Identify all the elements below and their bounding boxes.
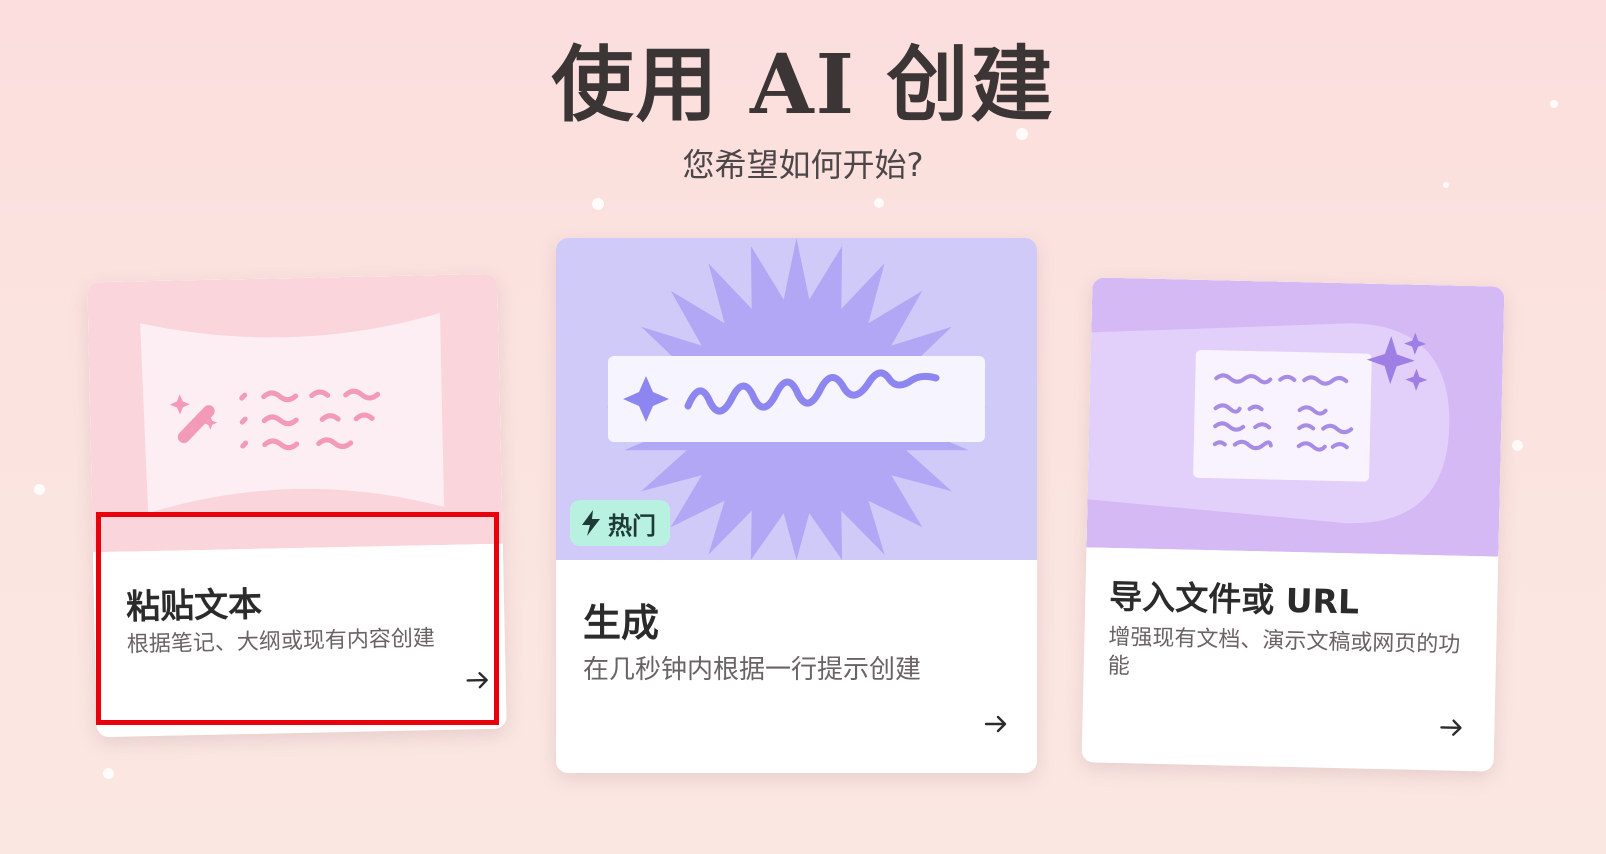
arrow-right-icon — [1440, 719, 1462, 736]
paste-text-illustration — [87, 273, 503, 553]
background-dot — [1512, 440, 1523, 451]
card-description: 增强现有文档、演示文稿或网页的功能 — [1107, 624, 1461, 679]
card-description: 根据笔记、大纲或现有内容创建 — [126, 626, 436, 658]
paste-text-card[interactable]: 粘贴文本 根据笔记、大纲或现有内容创建 — [87, 273, 507, 738]
card-title: 导入文件或 URL — [1108, 576, 1360, 622]
hot-badge: 热门 — [570, 500, 670, 546]
badge-label: 热门 — [608, 511, 656, 540]
page-subtitle: 您希望如何开始? — [682, 146, 924, 184]
arrow-right-icon — [984, 715, 1007, 733]
card-title: 粘贴文本 — [125, 584, 263, 628]
background-dot — [103, 768, 114, 779]
page-title: 使用 AI 创建 — [551, 37, 1055, 133]
arrow-right-icon — [466, 672, 488, 689]
import-illustration — [1086, 277, 1505, 557]
background-dot — [34, 484, 45, 495]
card-description: 在几秒钟内根据一行提示创建 — [583, 655, 922, 685]
background-dot — [874, 198, 884, 208]
background-dot — [592, 198, 604, 210]
import-card[interactable]: 导入文件或 URL 增强现有文档、演示文稿或网页的功能 — [1081, 277, 1505, 772]
generate-card[interactable]: 热门 生成 在几秒钟内根据一行提示创建 — [556, 238, 1037, 773]
lightning-icon — [582, 510, 600, 536]
card-title: 生成 — [583, 601, 660, 645]
